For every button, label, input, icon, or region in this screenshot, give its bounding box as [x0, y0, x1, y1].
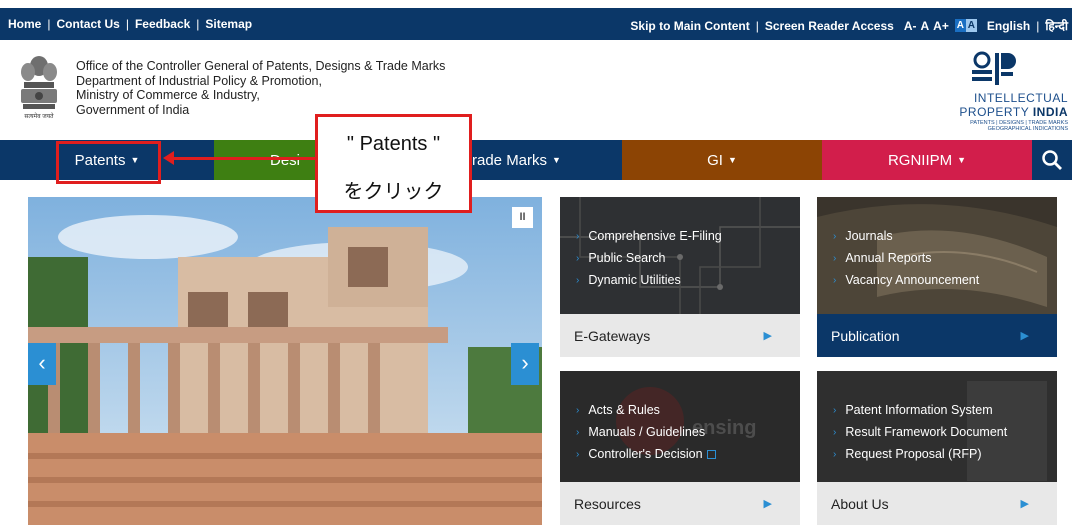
chevron-right-icon: › [576, 274, 580, 286]
link-request-proposal[interactable]: › Request Proposal (RFP) [833, 443, 1007, 465]
nav-rgniipm-label: RGNIIPM [887, 151, 953, 169]
chevron-right-icon: › [576, 448, 580, 460]
slider-pause-button[interactable]: II [512, 207, 533, 228]
hindi-language-link[interactable]: हिन्दी [1045, 17, 1068, 34]
utility-links: Home | Contact Us | Feedback | Sitemap [8, 17, 252, 31]
font-normal-button[interactable]: A [921, 19, 930, 33]
slider-prev-button[interactable]: ‹ [28, 343, 56, 385]
e-gateways-title-bar[interactable]: E-Gateways ▶ [560, 314, 800, 357]
nav-gi[interactable]: GI ▼ [622, 140, 822, 180]
link-public-search[interactable]: › Public Search [576, 247, 722, 269]
english-language-link[interactable]: English [987, 19, 1030, 33]
nav-designs-label: Desi [270, 151, 301, 169]
link-comprehensive-e-filing[interactable]: › Comprehensive E-Filing [576, 225, 722, 247]
chevron-right-icon: › [576, 426, 580, 438]
search-button[interactable] [1032, 140, 1072, 180]
link-result-framework-document[interactable]: › Result Framework Document [833, 421, 1007, 443]
play-arrow-icon: ▶ [1020, 498, 1029, 510]
about-us-title-bar[interactable]: About Us ▶ [817, 482, 1057, 525]
nav-rgniipm[interactable]: RGNIIPM ▼ [822, 140, 1032, 180]
tile-publication[interactable]: › Journals › Annual Reports › Vacancy Annou… [817, 197, 1057, 357]
link-dynamic-utilities[interactable]: › Dynamic Utilities [576, 269, 722, 291]
screen-reader-access-link[interactable]: Screen Reader Access [765, 19, 894, 33]
link-controllers-decision[interactable]: › Controller's Decision [576, 443, 716, 465]
separator: | [125, 17, 129, 31]
chevron-right-icon: › [576, 252, 580, 264]
play-arrow-icon: ▶ [763, 330, 772, 342]
contact-us-link[interactable]: Contact Us [56, 17, 119, 31]
e-gateways-links: › Comprehensive E-Filing › Public Search ›… [576, 225, 722, 291]
font-increase-button[interactable]: A+ [933, 19, 949, 33]
tile-e-gateways[interactable]: › Comprehensive E-Filing › Public Search ›… [560, 197, 800, 357]
sitemap-link[interactable]: Sitemap [205, 17, 252, 31]
link-annual-reports[interactable]: › Annual Reports [833, 247, 979, 269]
org-line: Ministry of Commerce & Industry, [76, 88, 260, 102]
caret-down-icon: ▼ [552, 155, 561, 165]
chevron-right-icon: › [833, 404, 837, 416]
resources-title-bar[interactable]: Resources ▶ [560, 482, 800, 525]
separator: | [755, 18, 759, 33]
emblem-caption: सत्यमेव जयते [24, 114, 54, 120]
accessibility-links: Skip to Main Content | Screen Reader Acc… [630, 17, 1068, 34]
contrast-light-icon: A [965, 19, 977, 32]
callout-arrow-line [172, 157, 316, 160]
contrast-toggle[interactable]: A A [954, 19, 977, 32]
play-arrow-icon: ▶ [1020, 330, 1029, 342]
about-us-links: › Patent Information System › Result Frame… [833, 399, 1007, 465]
national-emblem-icon[interactable]: सत्यमेव जयते [16, 52, 62, 122]
logo-text-intellectual: INTELLECTUAL [973, 91, 1068, 105]
home-link[interactable]: Home [8, 17, 41, 31]
play-arrow-icon: ▶ [763, 498, 772, 510]
chevron-right-icon: › [833, 274, 837, 286]
patents-highlight-box [56, 141, 161, 184]
caret-down-icon: ▼ [727, 155, 737, 165]
organization-name: Office of the Controller General of Pate… [76, 59, 445, 117]
chevron-right-icon: › [576, 230, 580, 242]
publication-title-bar[interactable]: Publication ▶ [817, 314, 1057, 357]
separator: | [1036, 18, 1040, 33]
chevron-right-icon: › [833, 252, 837, 264]
publication-links: › Journals › Annual Reports › Vacancy Annou… [833, 225, 979, 291]
nav-trade-marks-label: rade Marks [472, 151, 548, 169]
search-icon [1042, 150, 1062, 170]
resources-links: › Acts & Rules › Manuals / Guidelines › Con… [576, 399, 716, 465]
link-patent-information-system[interactable]: › Patent Information System [833, 399, 1007, 421]
org-line: Department of Industrial Policy & Promot… [76, 73, 322, 88]
chevron-right-icon: › [833, 448, 837, 460]
contrast-dark-icon: A [954, 19, 966, 32]
link-acts-rules[interactable]: › Acts & Rules [576, 399, 716, 421]
logo-text-property-india: PROPERTY INDIA [959, 105, 1068, 119]
building-photo [28, 197, 542, 525]
separator: | [196, 17, 200, 31]
font-decrease-button[interactable]: A- [904, 19, 917, 33]
logo-subtext: GEOGRAPHICAL INDICATIONS [987, 126, 1068, 132]
link-manuals-guidelines[interactable]: › Manuals / Guidelines [576, 421, 716, 443]
nav-gi-label: GI [707, 151, 723, 169]
external-link-icon [706, 449, 716, 459]
link-journals[interactable]: › Journals [833, 225, 979, 247]
tile-about-us[interactable]: › Patent Information System › Result Frame… [817, 371, 1057, 525]
slider-next-button[interactable]: › [511, 343, 539, 385]
separator: | [47, 17, 51, 31]
chevron-right-icon: › [833, 426, 837, 438]
top-utility-bar: Home | Contact Us | Feedback | Sitemap S… [0, 8, 1072, 40]
callout-line-2: をクリック [343, 181, 444, 203]
hero-image-slider[interactable] [28, 197, 542, 525]
feedback-link[interactable]: Feedback [135, 17, 190, 31]
link-vacancy-announcement[interactable]: › Vacancy Announcement [833, 269, 979, 291]
chevron-right-icon: › [833, 230, 837, 242]
ip-india-mark-icon [972, 51, 1016, 85]
caret-down-icon: ▼ [957, 155, 967, 165]
tile-resources[interactable]: ensing › Acts & Rules › Manuals / Guidelin… [560, 371, 800, 525]
skip-to-main-content-link[interactable]: Skip to Main Content [630, 19, 749, 33]
chevron-right-icon: › [576, 404, 580, 416]
instruction-callout: " Patents " をクリック [315, 114, 472, 213]
ip-india-logo[interactable]: INTELLECTUAL PROPERTY INDIA PATENTS | DE… [924, 50, 1068, 136]
callout-line-1: " Patents " [346, 133, 441, 155]
org-line: Office of the Controller General of Pate… [76, 59, 446, 73]
